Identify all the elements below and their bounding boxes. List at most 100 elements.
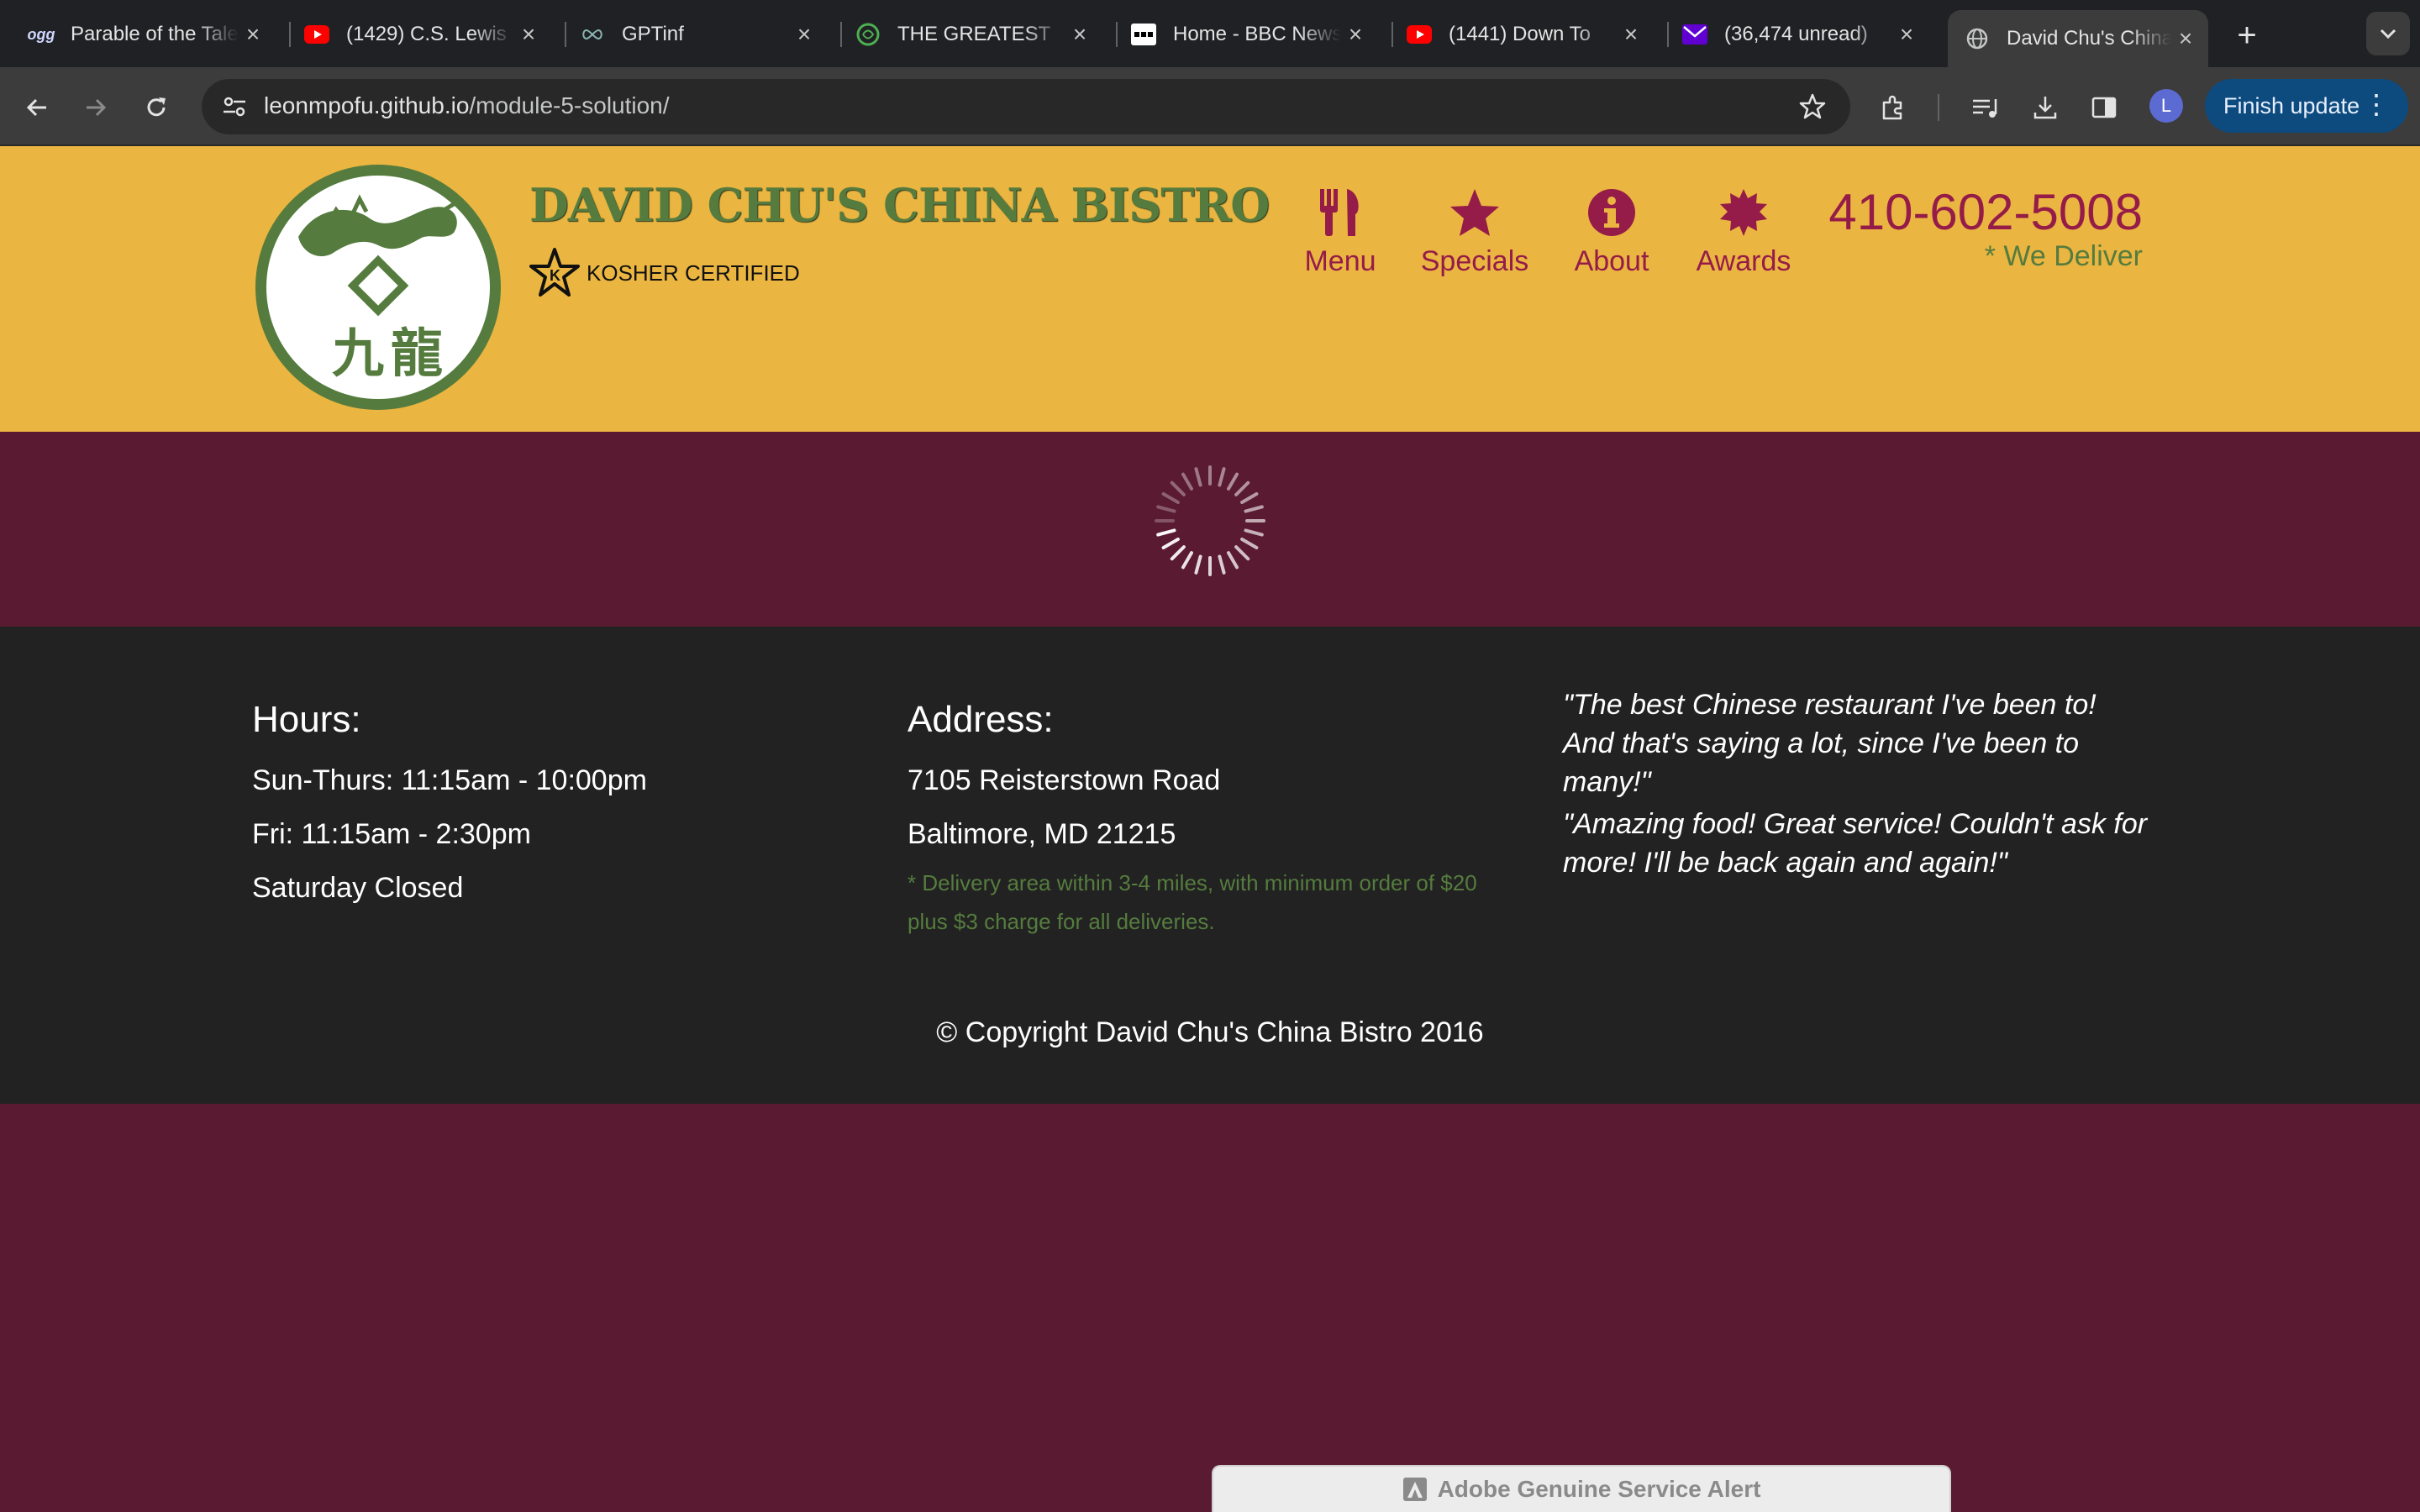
bookmark-button[interactable] (1793, 87, 1832, 126)
address-bar[interactable]: leonmpofu.github.io/module-5-solution/ (202, 79, 1850, 134)
tab-bbc[interactable]: Home - BBC News × (1102, 10, 1378, 59)
spinner-tick (1181, 551, 1193, 570)
yahoo-mail-icon (1682, 22, 1707, 47)
svg-text:K: K (550, 267, 560, 284)
puzzle-icon (1882, 95, 1902, 120)
phone-number[interactable]: 410-602-5008 (1828, 183, 2143, 241)
nav-specials-label: Specials (1420, 245, 1529, 277)
spinner-tick (1234, 545, 1250, 561)
youtube-icon (1407, 22, 1432, 47)
reload-icon (147, 97, 166, 117)
tab-yahoo-mail[interactable]: (36,474 unread) × (1654, 10, 1929, 59)
restaurant-logo[interactable]: 九 龍 (252, 161, 504, 413)
nav-menu[interactable]: Menu (1294, 186, 1386, 278)
hours-line: Sun-Thurs: 11:15am - 10:00pm (252, 764, 647, 796)
testimonial-quote: "The best Chinese restaurant I've been t… (1563, 689, 2096, 798)
spinner-tick (1218, 467, 1226, 487)
nav-awards-label: Awards (1696, 245, 1791, 277)
kosher-label: KOSHER CERTIFIED (587, 260, 800, 286)
adobe-alert-toast[interactable]: Adobe Genuine Service Alert (1212, 1465, 1951, 1512)
brand-title[interactable]: DAVID CHU'S CHINA BISTRO (529, 178, 1270, 232)
address-heading: Address: (908, 699, 1054, 740)
finish-update-label: Finish update (2223, 92, 2360, 118)
profile-avatar[interactable]: L (2149, 89, 2183, 123)
new-tab-button[interactable]: + (2227, 15, 2267, 55)
delivery-note: * Delivery area within 3-4 miles, with m… (908, 870, 1477, 934)
infinity-icon (580, 22, 605, 47)
tab-search-button[interactable] (2366, 12, 2410, 55)
tab-gptinf[interactable]: GPTinf × (551, 10, 827, 59)
close-icon[interactable]: × (790, 20, 818, 49)
side-panel-icon (2091, 97, 2117, 118)
nav-about-label: About (1574, 245, 1649, 277)
site-footer: Hours: Sun-Thurs: 11:15am - 10:00pm Fri:… (0, 627, 2420, 1104)
tab-cs-lewis[interactable]: (1429) C.S. Lewis × (276, 10, 551, 59)
close-icon[interactable]: × (1892, 20, 1921, 49)
spinner-tick (1156, 505, 1176, 513)
media-controls-button[interactable] (1963, 86, 2007, 129)
browser-toolbar: leonmpofu.github.io/module-5-solution/ (0, 67, 2420, 146)
tab-greatest[interactable]: THE GREATEST × (827, 10, 1102, 59)
tab-title: Parable of the Talents (71, 23, 239, 45)
forward-button[interactable] (74, 86, 118, 129)
close-icon[interactable]: × (1065, 20, 1094, 49)
tab-parable[interactable]: ogg Parable of the Talents × (0, 10, 276, 59)
close-icon[interactable]: × (514, 20, 543, 49)
spinner-tick (1170, 545, 1186, 561)
kosher-star-icon: K (529, 248, 580, 297)
tab-title: (36,474 unread) (1724, 23, 1868, 45)
nav-about[interactable]: About (1565, 186, 1659, 278)
more-vert-icon[interactable]: ⋮ (2363, 89, 2390, 119)
utensils-icon (1294, 186, 1386, 239)
reload-button[interactable] (134, 86, 178, 129)
we-deliver-text: * We Deliver (1984, 240, 2143, 272)
adobe-icon (1402, 1478, 1427, 1501)
close-icon[interactable]: × (2171, 24, 2200, 53)
site-info-icon[interactable] (213, 86, 255, 128)
spinner-tick (1234, 480, 1250, 496)
toolbar-divider (1938, 94, 1939, 121)
svg-text:龍: 龍 (391, 323, 443, 384)
star-outline-icon (1799, 93, 1826, 119)
finish-update-button[interactable]: Finish update ⋮ (2205, 79, 2408, 133)
spinner-tick (1170, 480, 1186, 496)
spinner-tick (1161, 492, 1180, 504)
tab-title: GPTinf (622, 23, 684, 45)
certificate-icon (1689, 186, 1798, 239)
tab-strip: ogg Parable of the Talents × (1429) C.S.… (0, 0, 2420, 67)
star-icon (1420, 186, 1529, 239)
tab-title: David Chu's China Bistro (2007, 27, 2171, 50)
nav-awards[interactable]: Awards (1689, 186, 1798, 278)
tab-david-chu[interactable]: David Chu's China Bistro × (1948, 10, 2208, 67)
extensions-button[interactable] (1872, 86, 1916, 129)
back-button[interactable] (15, 86, 59, 129)
url-text[interactable]: leonmpofu.github.io/module-5-solution/ (264, 92, 670, 119)
close-icon[interactable]: × (1617, 20, 1645, 49)
tab-title: (1429) C.S. Lewis (346, 23, 507, 45)
tab-title: THE GREATEST (897, 23, 1051, 45)
downloads-button[interactable] (2023, 86, 2067, 129)
close-icon[interactable]: × (1341, 20, 1370, 49)
tab-down-to[interactable]: (1441) Down To × (1378, 10, 1654, 59)
spinner-tick (1194, 554, 1202, 575)
spinner-tick (1218, 554, 1226, 575)
url-path: /module-5-solution/ (469, 92, 670, 118)
spinner-tick (1227, 472, 1239, 491)
tab-title: (1441) Down To (1449, 23, 1591, 45)
chevron-down-icon (2380, 29, 2396, 39)
side-panel-button[interactable] (2082, 86, 2126, 129)
copyright-text: © Copyright David Chu's China Bistro 201… (936, 1016, 1484, 1048)
spinner-tick (1240, 492, 1259, 504)
spinner-tick (1227, 551, 1239, 570)
spinner-tick (1244, 505, 1264, 513)
arrow-left-icon (26, 98, 46, 117)
youtube-icon (304, 22, 329, 47)
nav-specials[interactable]: Specials (1420, 186, 1529, 278)
close-icon[interactable]: × (239, 20, 267, 49)
spinner-tick (1156, 528, 1176, 537)
kosher-badge: K KOSHER CERTIFIED (529, 247, 800, 299)
spinner-tick (1244, 528, 1264, 537)
download-icon (2033, 97, 2057, 119)
nav-menu-label: Menu (1304, 245, 1376, 277)
svg-text:九: 九 (332, 323, 384, 384)
